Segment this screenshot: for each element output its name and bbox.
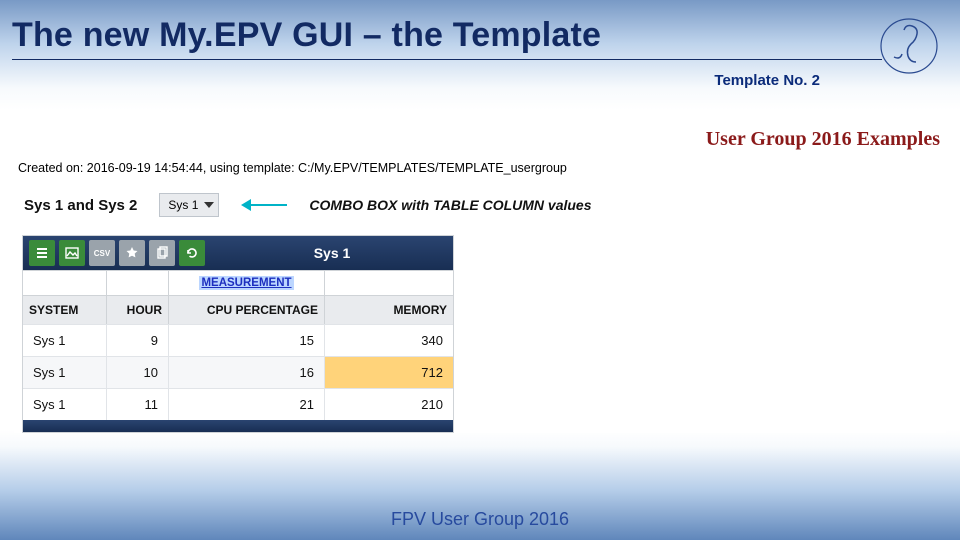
table-toolbar: CSV [23,236,211,270]
cell-system: Sys 1 [23,357,107,388]
star-icon[interactable] [119,240,145,266]
cell-cpu: 16 [169,357,325,388]
cell-hour: 11 [107,389,169,420]
table-body: Sys 1 9 15 340 Sys 1 10 16 712 Sys 1 11 … [23,324,453,420]
refresh-icon[interactable] [179,240,205,266]
created-on-text: Created on: 2016-09-19 14:54:44, using t… [14,157,946,187]
list-icon[interactable] [29,240,55,266]
cell-memory-highlight: 712 [325,357,453,388]
cell-memory: 210 [325,389,453,420]
cell-memory: 340 [325,325,453,356]
col-memory[interactable]: MEMORY [325,296,453,324]
table-column-headers: SYSTEM HOUR CPU PERCENTAGE MEMORY [23,296,453,324]
cell-hour: 9 [107,325,169,356]
table-row: Sys 1 9 15 340 [23,324,453,356]
combo-annotation: COMBO BOX with TABLE COLUMN values [309,197,591,213]
cell-cpu: 21 [169,389,325,420]
table-header-bar: CSV Sys 1 [23,236,453,270]
data-table: CSV Sys 1 MEASUREMENT [22,235,454,433]
system-select-value: Sys 1 [168,198,198,212]
table-group-header-row: MEASUREMENT [23,270,453,296]
cell-hour: 10 [107,357,169,388]
slide-footer: FPV User Group 2016 [0,509,960,530]
content-panel: User Group 2016 Examples Created on: 201… [14,120,946,433]
logo-badge [874,10,944,80]
user-group-title: User Group 2016 Examples [14,120,946,157]
csv-icon[interactable]: CSV [89,240,115,266]
chevron-down-icon [204,202,214,208]
template-number-label: Template No. 2 [714,72,820,89]
arrow-left-icon [241,199,287,211]
table-row: Sys 1 10 16 712 [23,356,453,388]
table-footer-bar [23,420,453,432]
cell-system: Sys 1 [23,389,107,420]
cell-system: Sys 1 [23,325,107,356]
col-cpu[interactable]: CPU PERCENTAGE [169,296,325,324]
cell-cpu: 15 [169,325,325,356]
system-select[interactable]: Sys 1 [159,193,219,217]
combo-label: Sys 1 and Sys 2 [24,197,137,214]
slide-title: The new My.EPV GUI – the Template [12,16,882,60]
image-icon[interactable] [59,240,85,266]
copy-icon[interactable] [149,240,175,266]
table-row: Sys 1 11 21 210 [23,388,453,420]
col-hour[interactable]: HOUR [107,296,169,324]
group-header-measurement[interactable]: MEASUREMENT [199,276,293,290]
combo-row: Sys 1 and Sys 2 Sys 1 COMBO BOX with TAB… [14,187,946,235]
slide-title-text: The new My.EPV GUI – the Template [12,16,601,54]
title-underline [12,59,882,60]
col-system[interactable]: SYSTEM [23,296,107,324]
table-title: Sys 1 [211,236,453,270]
